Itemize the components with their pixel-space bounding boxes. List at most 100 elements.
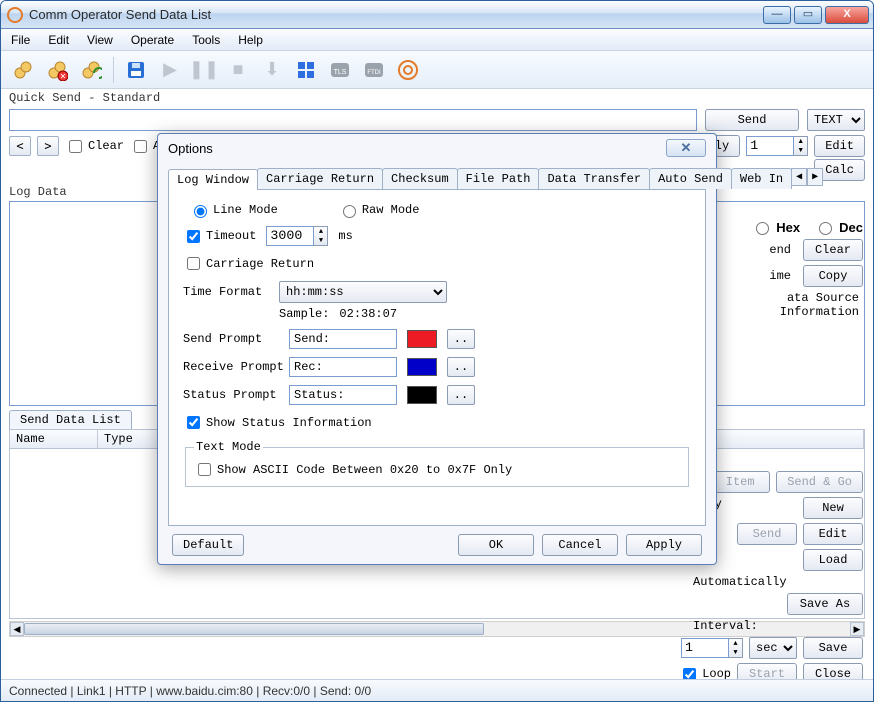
- repeat-count-spinner[interactable]: ▲▼: [746, 136, 808, 156]
- tab-log-window[interactable]: Log Window: [168, 169, 258, 190]
- stop-icon[interactable]: ■: [224, 56, 252, 84]
- menu-edit[interactable]: Edit: [48, 33, 69, 47]
- dialog-tabs: Log Window Carriage Return Checksum File…: [168, 168, 706, 190]
- cancel-button[interactable]: Cancel: [542, 534, 618, 556]
- send2-button[interactable]: Send: [737, 523, 797, 545]
- timeout-unit: ms: [338, 229, 352, 243]
- menu-tools[interactable]: Tools: [192, 33, 220, 47]
- download-icon[interactable]: ⬇: [258, 56, 286, 84]
- automatically-label: Automatically: [693, 575, 863, 589]
- menu-file[interactable]: File: [11, 33, 30, 47]
- close-button[interactable]: X: [825, 6, 869, 24]
- maximize-button[interactable]: ▭: [794, 6, 822, 24]
- text-mode-fieldset: Text Mode Show ASCII Code Between 0x20 t…: [185, 440, 689, 487]
- svg-text:FTDI: FTDI: [367, 70, 381, 76]
- tls-icon[interactable]: TLS: [326, 56, 354, 84]
- tab-carriage-return[interactable]: Carriage Return: [257, 168, 383, 189]
- link-refresh-icon[interactable]: [77, 56, 105, 84]
- line-mode-radio[interactable]: Line Mode: [189, 202, 278, 218]
- dec-radio[interactable]: Dec: [814, 219, 863, 235]
- receive-prompt-input[interactable]: [289, 357, 397, 377]
- col-name[interactable]: Name: [10, 430, 98, 448]
- save-icon[interactable]: [122, 56, 150, 84]
- format-select[interactable]: TEXT: [807, 109, 865, 131]
- tab-web-interface[interactable]: Web In: [731, 168, 792, 189]
- ftdi-icon[interactable]: FTDI: [360, 56, 388, 84]
- saveas-button[interactable]: Save As: [787, 593, 863, 615]
- copy-button[interactable]: Copy: [803, 265, 863, 287]
- dialog-title: Options: [168, 141, 213, 156]
- datasource-label-fragment: ata Source Information: [723, 291, 863, 319]
- tab-checksum[interactable]: Checksum: [382, 168, 458, 189]
- status-text: Connected | Link1 | HTTP | www.baidu.cim…: [9, 684, 371, 698]
- interval-spinner[interactable]: ▲▼: [681, 637, 743, 659]
- ime-label-fragment: ime: [769, 269, 795, 283]
- time-format-select[interactable]: hh:mm:ss: [279, 281, 447, 303]
- main-window: Comm Operator Send Data List — ▭ X File …: [0, 0, 874, 702]
- toolbar: ✕ ▶ ❚❚ ■ ⬇ TLS FTDI: [1, 51, 873, 89]
- ok-button[interactable]: OK: [458, 534, 534, 556]
- tabpage-log-window: Line Mode Raw Mode Timeout ▲▼ ms Carriag…: [168, 190, 706, 526]
- timeout-spinner[interactable]: ▲▼: [266, 226, 328, 246]
- edit2-button[interactable]: Edit: [803, 523, 863, 545]
- apply-button[interactable]: Apply: [626, 534, 702, 556]
- play-icon[interactable]: ▶: [156, 56, 184, 84]
- quick-send-input[interactable]: [9, 109, 697, 131]
- grid-icon[interactable]: [292, 56, 320, 84]
- tab-scroll-left-icon[interactable]: ◀: [791, 168, 807, 186]
- pause-icon[interactable]: ❚❚: [190, 56, 218, 84]
- timeout-checkbox[interactable]: Timeout: [183, 227, 256, 246]
- raw-mode-radio[interactable]: Raw Mode: [338, 202, 420, 218]
- send-prompt-color-button[interactable]: ..: [447, 329, 475, 349]
- clear-log-button[interactable]: Clear: [803, 239, 863, 261]
- load-button[interactable]: Load: [803, 549, 863, 571]
- send-prompt-input[interactable]: [289, 329, 397, 349]
- statusbar: Connected | Link1 | HTTP | www.baidu.cim…: [1, 679, 873, 701]
- sample-value: 02:38:07: [339, 307, 397, 321]
- tab-auto-send[interactable]: Auto Send: [649, 168, 732, 189]
- scroll-thumb[interactable]: [24, 623, 484, 635]
- status-prompt-input[interactable]: [289, 385, 397, 405]
- menu-help[interactable]: Help: [238, 33, 263, 47]
- prev-button[interactable]: <: [9, 136, 31, 156]
- new-button[interactable]: New: [803, 497, 863, 519]
- carriage-return-checkbox[interactable]: Carriage Return: [183, 254, 314, 273]
- status-prompt-color-button[interactable]: ..: [447, 385, 475, 405]
- save-button[interactable]: Save: [803, 637, 863, 659]
- titlebar: Comm Operator Send Data List — ▭ X: [1, 1, 873, 29]
- sample-label: Sample:: [279, 307, 329, 321]
- interval-unit-select[interactable]: sec: [749, 637, 797, 659]
- minimize-button[interactable]: —: [763, 6, 791, 24]
- send-button[interactable]: Send: [705, 109, 799, 131]
- item-button[interactable]: Item: [710, 471, 770, 493]
- show-status-checkbox[interactable]: Show Status Information: [183, 413, 372, 432]
- tab-scroll-right-icon[interactable]: ▶: [807, 168, 823, 186]
- status-prompt-color: [407, 386, 437, 404]
- edit-button[interactable]: Edit: [814, 135, 865, 157]
- hex-radio[interactable]: Hex: [751, 219, 800, 235]
- send-go-button[interactable]: Send & Go: [776, 471, 863, 493]
- default-button[interactable]: Default: [172, 534, 244, 556]
- link-icon[interactable]: [9, 56, 37, 84]
- dialog-close-button[interactable]: ✕: [666, 139, 706, 157]
- receive-prompt-color-button[interactable]: ..: [447, 357, 475, 377]
- app-icon: [7, 7, 23, 23]
- tab-data-transfer[interactable]: Data Transfer: [538, 168, 650, 189]
- send-data-list-tab[interactable]: Send Data List: [9, 410, 132, 429]
- link-remove-icon[interactable]: ✕: [43, 56, 71, 84]
- scroll-left-icon[interactable]: ◀: [10, 622, 24, 636]
- ascii-only-checkbox[interactable]: Show ASCII Code Between 0x20 to 0x7F Onl…: [194, 460, 512, 479]
- tab-file-path[interactable]: File Path: [457, 168, 540, 189]
- options-dialog: Options ✕ Log Window Carriage Return Che…: [157, 133, 717, 565]
- col-type[interactable]: Type: [98, 430, 158, 448]
- quick-send-label: Quick Send - Standard: [1, 89, 873, 107]
- send-prompt-label: Send Prompt: [183, 332, 279, 346]
- target-icon[interactable]: [394, 56, 422, 84]
- menu-operate[interactable]: Operate: [131, 33, 174, 47]
- a-checkbox[interactable]: A: [130, 137, 160, 156]
- interval-label: Interval:: [693, 619, 863, 633]
- clear-checkbox[interactable]: Clear: [65, 137, 124, 156]
- menu-view[interactable]: View: [87, 33, 113, 47]
- next-button[interactable]: >: [37, 136, 59, 156]
- time-format-label: Time Format: [183, 285, 269, 299]
